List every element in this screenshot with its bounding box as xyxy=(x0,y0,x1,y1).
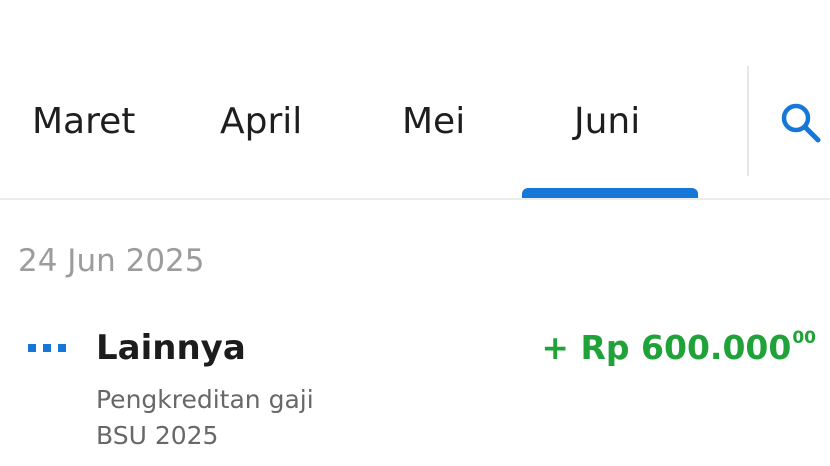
transaction-category: Lainnya xyxy=(96,328,246,368)
tabs-bottom-divider xyxy=(0,198,830,200)
transaction-description: Pengkreditan gaji BSU 2025 xyxy=(96,382,314,454)
search-icon xyxy=(781,103,821,143)
transaction-date-header: 24 Jun 2025 xyxy=(18,243,205,279)
transaction-row[interactable]: Lainnya Pengkreditan gaji BSU 2025 + Rp … xyxy=(0,316,830,466)
active-tab-indicator xyxy=(522,188,698,198)
transaction-amount-cents: 00 xyxy=(792,328,816,348)
tab-april[interactable]: April xyxy=(220,100,302,144)
tab-mei[interactable]: Mei xyxy=(402,100,465,144)
transaction-history-screen: ▔▔ ▔▔▔▔▔ Maret April Mei Juni 24 Jun 202… xyxy=(0,0,830,466)
transaction-description-line-1: Pengkreditan gaji xyxy=(96,385,314,414)
month-tabs: Maret April Mei Juni xyxy=(0,66,830,198)
tab-maret[interactable]: Maret xyxy=(32,100,135,144)
transaction-amount-main: + Rp 600.000 xyxy=(541,328,792,367)
search-button[interactable] xyxy=(776,98,830,152)
cropped-header-fragment: ▔▔ ▔▔▔▔▔ xyxy=(0,0,131,16)
transaction-amount: + Rp 600.00000 xyxy=(541,328,816,368)
tabs-search-divider xyxy=(747,66,749,176)
tab-juni[interactable]: Juni xyxy=(574,100,640,144)
more-dots-icon xyxy=(28,344,68,352)
transaction-description-line-2: BSU 2025 xyxy=(96,421,219,450)
